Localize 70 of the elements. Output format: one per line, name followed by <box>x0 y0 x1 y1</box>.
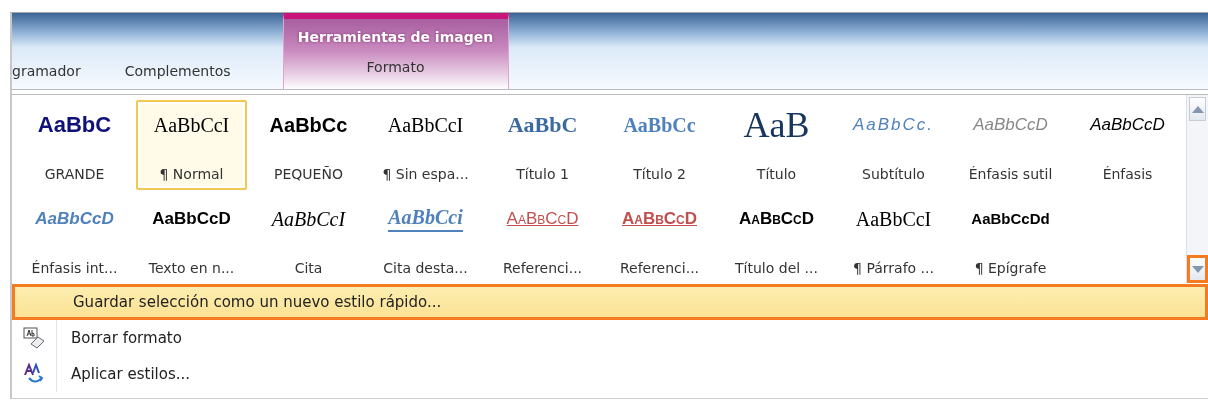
style-item[interactable]: AaBbCc. Subtítulo <box>838 100 949 190</box>
style-sample: AaBbCc. <box>852 114 935 136</box>
style-item[interactable]: AaBbCcD Énfasis sutil <box>955 100 1066 190</box>
style-sample: AaBbCcD <box>506 208 579 230</box>
style-label: Cita desta... <box>383 260 468 276</box>
style-sample: AaBbCcD <box>738 208 815 230</box>
style-item[interactable]: AaBbCcI ¶ Normal <box>136 100 247 190</box>
style-label: Título <box>756 166 797 182</box>
style-label: Referenci... <box>502 260 583 276</box>
style-sample: AaBbCcI <box>387 113 464 138</box>
style-sample: AaBbCcD <box>973 114 1048 136</box>
style-item[interactable]: AaBbCcI ¶ Sin espa... <box>370 100 481 190</box>
style-item[interactable]: AaBbCcD Texto en n... <box>136 194 247 284</box>
style-item[interactable]: AaBbCcD Énfasis int... <box>19 194 130 284</box>
menu-item[interactable]: Borrar formato <box>12 320 1208 356</box>
style-label: Título 1 <box>516 166 569 182</box>
style-label: Subtítulo <box>862 166 925 182</box>
style-sample: AaBbC <box>507 111 578 139</box>
style-sample: AaBbCcD <box>621 208 698 230</box>
style-sample: AaBbCc <box>623 113 696 138</box>
style-item[interactable]: AaBbCcI ¶ Párrafo ... <box>838 194 949 284</box>
style-label: ¶ Sin espa... <box>382 166 469 182</box>
style-sample: AaBbCcI <box>855 207 932 232</box>
style-sample: AaBbCcD <box>1090 114 1165 136</box>
style-label: ¶ Epígrafe <box>974 260 1047 276</box>
ribbon-tab[interactable]: Formato <box>283 59 508 75</box>
style-item[interactable]: AaBbCcD Referenci... <box>487 194 598 284</box>
apply-styles-icon <box>23 363 45 385</box>
ribbon-tab[interactable]: Complementos <box>124 63 253 89</box>
style-item[interactable]: AaBbCci Cita desta... <box>370 194 481 284</box>
menu-item[interactable]: Aplicar estilos... <box>12 356 1208 392</box>
style-label: PEQUEÑO <box>274 166 343 182</box>
style-sample: AaBbCci <box>388 204 463 232</box>
style-item[interactable]: AaBbCcD Título del ... <box>721 194 832 284</box>
style-sample: AaBbC <box>37 111 112 139</box>
style-item[interactable]: AaBbCcD Énfasis <box>1072 100 1183 190</box>
menu-item[interactable]: Guardar selección como un nuevo estilo rápido... <box>12 284 1208 320</box>
scroll-down-button[interactable] <box>1187 255 1208 283</box>
down-arrow-icon <box>1191 265 1204 273</box>
style-label: Énfasis int... <box>31 260 118 276</box>
style-label: ¶ Normal <box>159 166 224 182</box>
style-label: Título del ... <box>735 260 818 276</box>
style-label: Énfasis sutil <box>968 166 1053 182</box>
style-sample: AaBbCcI <box>153 113 230 138</box>
style-item[interactable]: AaBbCcDd ¶ Epígrafe <box>955 194 1066 284</box>
style-item[interactable]: AaBbC GRANDE <box>19 100 130 190</box>
up-arrow-icon <box>1191 105 1204 113</box>
style-item[interactable]: AaBbCc Título 2 <box>604 100 715 190</box>
style-label: Referenci... <box>619 260 700 276</box>
style-sample: AaBbCcDd <box>971 209 1050 229</box>
style-item[interactable]: AaBbCcI Cita <box>253 194 364 284</box>
style-item[interactable]: AaBbCcD Referenci... <box>604 194 715 284</box>
style-sample: AaBbCcD <box>152 208 231 230</box>
style-sample: AaBbCcI <box>271 207 346 232</box>
style-item[interactable]: AaBbCc PEQUEÑO <box>253 100 364 190</box>
style-item[interactable]: AaB Título <box>721 100 832 190</box>
style-label: Título 2 <box>633 166 686 182</box>
style-sample: AaBbCcD <box>35 208 114 230</box>
style-sample: AaBbCc <box>269 113 348 138</box>
style-label: Cita <box>294 260 323 276</box>
style-sample: AaB <box>743 110 810 140</box>
style-label: ¶ Párrafo ... <box>853 260 934 276</box>
contextual-tab-header: Herramientas de imagen <box>296 28 495 47</box>
eraser-icon <box>23 327 45 349</box>
style-label: GRANDE <box>44 166 105 182</box>
ribbon-tab[interactable]: gramador <box>12 63 103 89</box>
style-item[interactable]: AaBbC Título 1 <box>487 100 598 190</box>
scroll-up-button[interactable] <box>1189 97 1206 121</box>
style-label: Texto en n... <box>148 260 235 276</box>
style-label: Énfasis <box>1102 166 1153 182</box>
